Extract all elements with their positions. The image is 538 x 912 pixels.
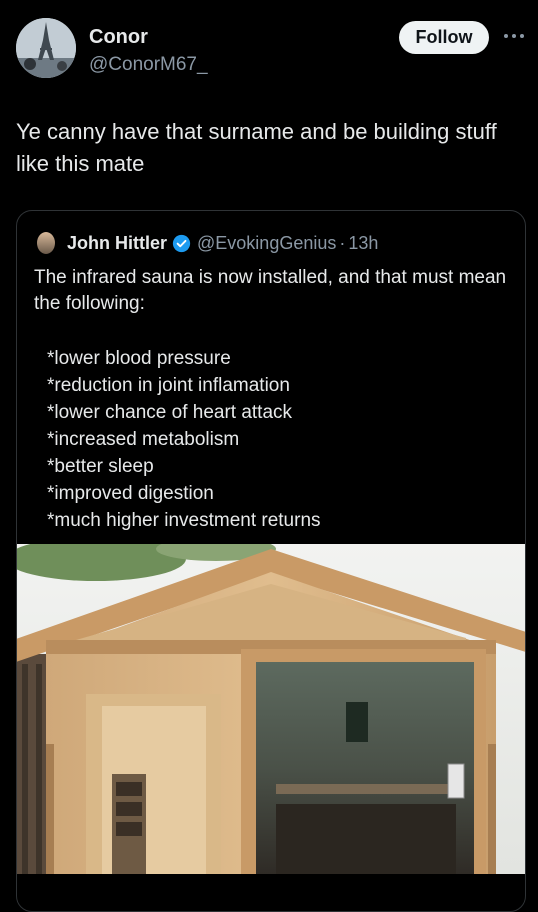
quoted-post[interactable]: John Hittler @EvokingGenius · 13h The in… [16,210,526,912]
wooden-sauna-cabin-photo [17,537,525,874]
quoted-author-name[interactable]: John Hittler [67,233,167,254]
eiffel-tower-photo [16,18,76,78]
quoted-post-header: John Hittler @EvokingGenius · 13h [37,231,378,255]
benefits-list: *lower blood pressure *reduction in join… [47,345,517,534]
quoted-author-avatar[interactable] [37,232,55,254]
list-item: *increased metabolism [47,429,240,450]
post-text: Ye canny have that surname and be buildi… [16,119,497,176]
list-item: *better sleep [47,456,154,477]
list-item: *lower chance of heart attack [47,402,293,423]
author-name[interactable]: Conor [89,26,148,49]
follow-button[interactable]: Follow [399,21,489,54]
post-header: Conor @ConorM67_ Follow [0,0,538,100]
author-avatar[interactable] [16,18,76,78]
list-item: *much higher investment returns [47,510,321,531]
more-options-icon[interactable] [501,26,527,46]
sauna-photo[interactable] [17,537,525,874]
separator-dot: · [339,232,346,253]
quoted-timestamp[interactable]: 13h [348,233,378,254]
list-item: *reduction in joint inflamation [47,375,290,396]
verified-badge-icon [172,234,191,252]
quoted-author-handle[interactable]: @EvokingGenius [197,233,336,254]
list-item: *lower blood pressure [47,348,231,369]
quoted-text: The infrared sauna is now installed, and… [34,267,507,314]
author-handle[interactable]: @ConorM67_ [89,54,208,76]
list-item: *improved digestion [47,483,214,504]
